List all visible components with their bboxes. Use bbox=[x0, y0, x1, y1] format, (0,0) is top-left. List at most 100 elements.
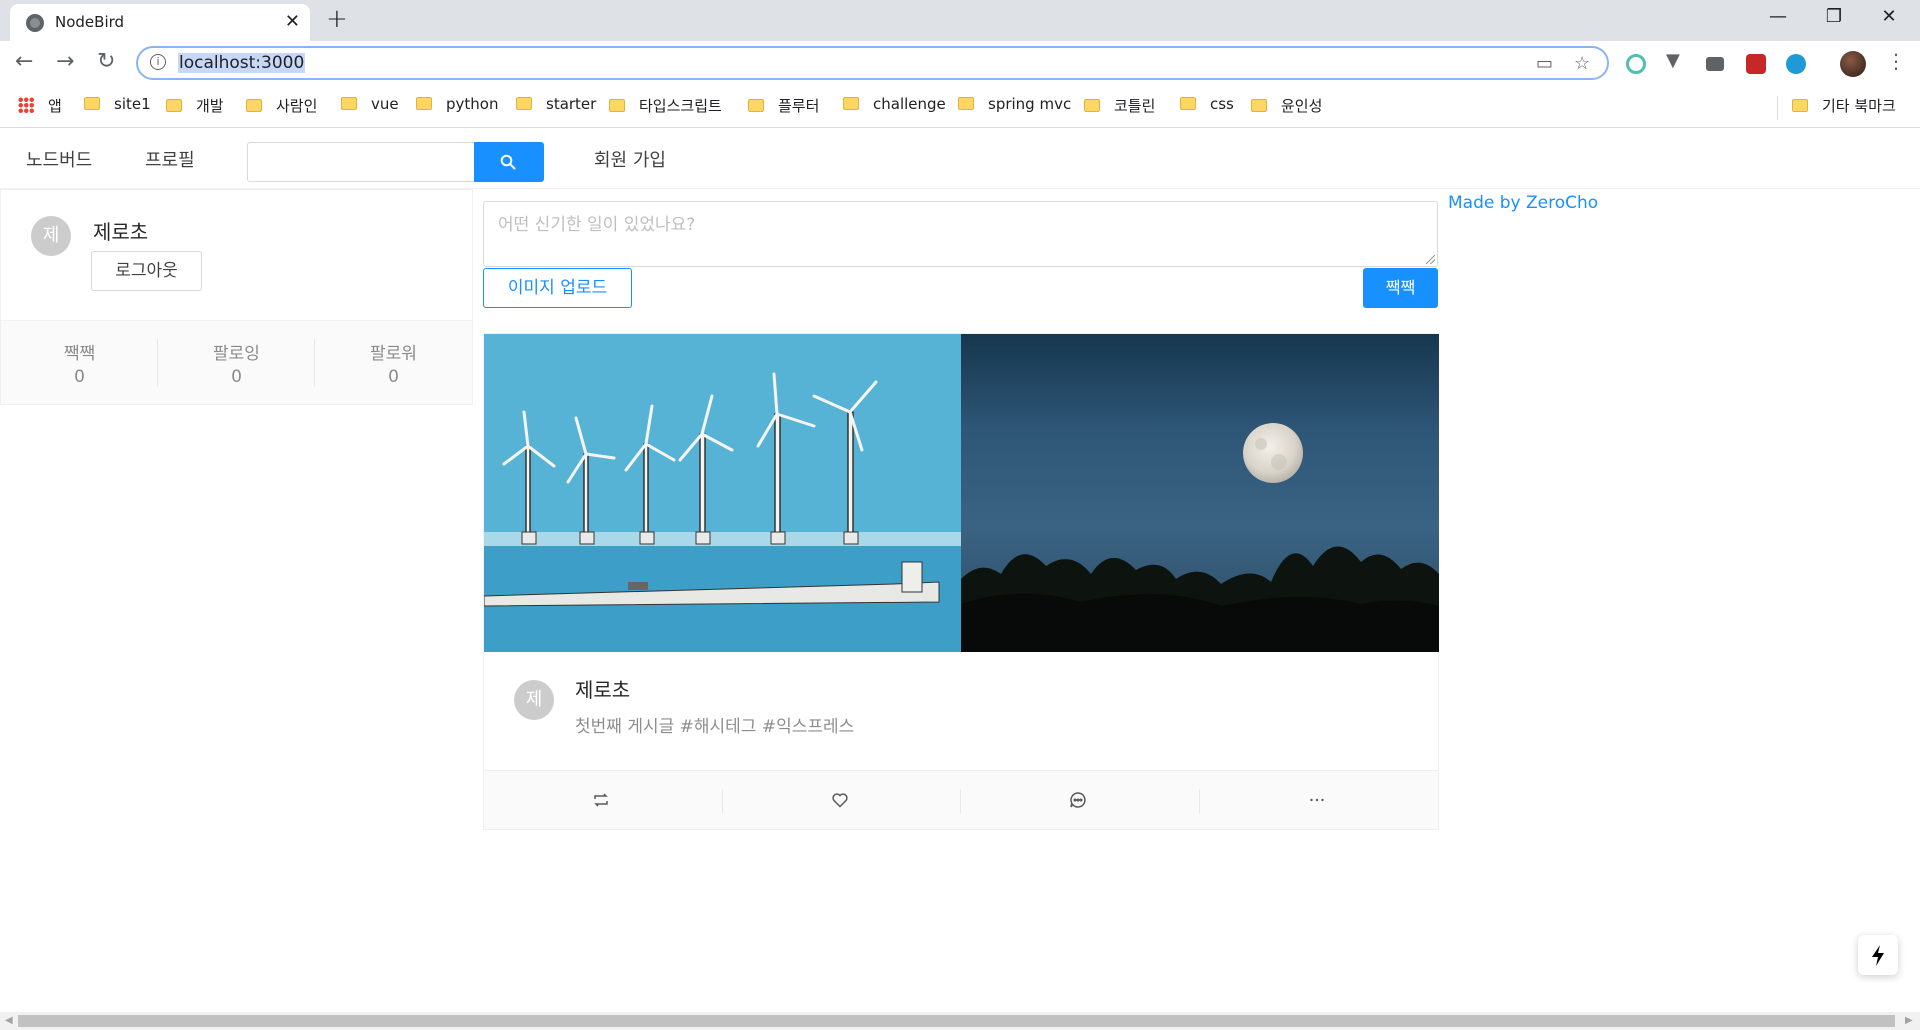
comment-button[interactable] bbox=[961, 771, 1200, 830]
search-icon bbox=[500, 154, 516, 170]
scrollbar-thumb[interactable] bbox=[18, 1015, 1895, 1027]
menu-profile-link[interactable]: 프로필 bbox=[145, 146, 195, 172]
folder-icon bbox=[1180, 97, 1196, 110]
bookmark-item[interactable]: python bbox=[416, 95, 498, 117]
url-text: localhost:3000 bbox=[178, 53, 306, 73]
site-info-icon[interactable]: i bbox=[150, 54, 166, 70]
extension-icon[interactable] bbox=[1626, 54, 1646, 74]
reload-icon[interactable]: ↻ bbox=[97, 49, 115, 74]
like-button[interactable] bbox=[723, 771, 961, 830]
bookmark-item[interactable]: css bbox=[1180, 95, 1234, 117]
folder-icon bbox=[609, 99, 625, 112]
folder-icon bbox=[843, 97, 859, 110]
post-meta: 제 제로초 첫번째 게시글 #해시테그 #익스프레스 bbox=[484, 652, 1438, 770]
menu-signup-link[interactable]: 회원 가입 bbox=[594, 146, 666, 172]
profile-stats: 짹짹 0 팔로잉 0 팔로워 0 bbox=[1, 320, 472, 404]
bookmarks-bar: 앱 site1 개발 사람인 vue python starter 타입스크립트… bbox=[0, 88, 1920, 128]
horizontal-scrollbar[interactable]: ◀ ▶ bbox=[0, 1012, 1920, 1030]
profile-nickname: 제로초 bbox=[93, 220, 149, 244]
post-actions bbox=[484, 770, 1438, 829]
bookmark-item[interactable]: 코틀린 bbox=[1084, 95, 1155, 117]
camera-icon[interactable] bbox=[1706, 57, 1724, 71]
forward-icon[interactable]: → bbox=[56, 49, 74, 74]
bookmark-separator bbox=[1777, 96, 1778, 120]
cast-icon[interactable]: ▭ bbox=[1536, 53, 1553, 74]
menu-home-link[interactable]: 노드버드 bbox=[26, 146, 92, 172]
bookmark-apps[interactable]: 앱 bbox=[18, 95, 62, 117]
folder-icon bbox=[246, 99, 262, 112]
browser-tab[interactable]: NodeBird ✕ bbox=[10, 4, 310, 41]
chrome-profile-avatar[interactable] bbox=[1840, 51, 1866, 77]
message-icon bbox=[1070, 792, 1086, 808]
browser-tabbar: NodeBird ✕ + — ❐ ✕ bbox=[0, 0, 1920, 41]
stat-following[interactable]: 팔로잉 0 bbox=[158, 321, 315, 405]
avatar[interactable]: 제 bbox=[514, 680, 554, 720]
vue-devtools-icon[interactable]: ▼ bbox=[1666, 50, 1686, 71]
search-box bbox=[247, 142, 544, 182]
bookmark-item[interactable]: starter bbox=[516, 95, 596, 117]
folder-icon bbox=[416, 97, 432, 110]
profile-card-header: 제 제로초 로그아웃 bbox=[1, 190, 472, 320]
more-button[interactable] bbox=[1200, 771, 1439, 830]
profile-card: 제 제로초 로그아웃 짹짹 0 팔로잉 0 팔로워 0 bbox=[0, 189, 473, 405]
bookmark-item[interactable]: spring mvc bbox=[958, 95, 1071, 117]
extension-red-icon[interactable] bbox=[1746, 54, 1766, 74]
minimize-icon[interactable]: — bbox=[1755, 6, 1801, 27]
bookmark-item[interactable]: 윤인성 bbox=[1251, 95, 1322, 117]
address-input[interactable]: i localhost:3000 ▭ ☆ bbox=[136, 46, 1609, 80]
stat-value: 0 bbox=[74, 367, 85, 387]
wind-turbines-illustration bbox=[484, 334, 961, 652]
resize-handle[interactable] bbox=[1426, 255, 1435, 264]
post-content: 첫번째 게시글 #해시테그 #익스프레스 bbox=[575, 717, 855, 737]
lightning-icon bbox=[1872, 945, 1884, 966]
bookmark-item[interactable]: challenge bbox=[843, 95, 946, 117]
bookmark-item[interactable]: 사람인 bbox=[246, 95, 317, 117]
stat-value: 0 bbox=[388, 367, 399, 387]
stat-label: 짹짹 bbox=[63, 344, 96, 364]
bookmark-item[interactable]: 개발 bbox=[166, 95, 224, 117]
post-image-moon[interactable] bbox=[961, 334, 1439, 652]
dev-indicator-button[interactable] bbox=[1858, 935, 1898, 975]
window-close-icon[interactable]: ✕ bbox=[1866, 6, 1912, 27]
stat-tweets[interactable]: 짹짹 0 bbox=[1, 321, 158, 405]
tweet-submit-button[interactable]: 짹짹 bbox=[1363, 268, 1438, 308]
retweet-icon bbox=[594, 793, 608, 807]
folder-icon bbox=[1084, 99, 1100, 112]
post-author: 제로초 bbox=[575, 678, 631, 702]
back-icon[interactable]: ← bbox=[15, 49, 33, 74]
bookmark-star-icon[interactable]: ☆ bbox=[1574, 53, 1590, 74]
ellipsis-icon bbox=[1309, 798, 1324, 802]
apps-grid-icon bbox=[18, 97, 34, 113]
folder-icon bbox=[166, 99, 182, 112]
other-bookmarks[interactable]: 기타 북마크 bbox=[1792, 95, 1896, 117]
folder-icon bbox=[84, 97, 100, 110]
made-by-link[interactable]: Made by ZeroCho bbox=[1448, 193, 1598, 213]
moon-photo bbox=[961, 423, 1439, 652]
bookmark-item[interactable]: 타입스크립트 bbox=[609, 95, 722, 117]
extension-code-icon[interactable] bbox=[1786, 54, 1806, 74]
new-tab-button[interactable]: + bbox=[326, 4, 348, 34]
search-input[interactable] bbox=[247, 142, 475, 182]
scroll-left-icon[interactable]: ◀ bbox=[5, 1015, 13, 1026]
tab-title: NodeBird bbox=[55, 13, 125, 31]
bookmark-item[interactable]: vue bbox=[341, 95, 399, 117]
chrome-menu-icon[interactable]: ⋮ bbox=[1886, 49, 1906, 73]
restore-icon[interactable]: ❐ bbox=[1811, 6, 1857, 27]
bookmark-item[interactable]: 플루터 bbox=[748, 95, 819, 117]
folder-icon bbox=[1251, 99, 1267, 112]
bookmark-item[interactable]: site1 bbox=[84, 95, 151, 117]
retweet-button[interactable] bbox=[484, 771, 723, 830]
stat-followers[interactable]: 팔로워 0 bbox=[315, 321, 472, 405]
logout-button[interactable]: 로그아웃 bbox=[91, 251, 202, 291]
search-button[interactable] bbox=[474, 142, 544, 182]
post-textarea-placeholder: 어떤 신기한 일이 있었나요? bbox=[498, 215, 696, 235]
image-upload-button[interactable]: 이미지 업로드 bbox=[483, 268, 632, 308]
post-textarea[interactable]: 어떤 신기한 일이 있었나요? bbox=[483, 201, 1438, 267]
tab-close-icon[interactable]: ✕ bbox=[285, 11, 300, 32]
folder-icon bbox=[341, 97, 357, 110]
post-image-wind-turbines[interactable] bbox=[484, 334, 961, 652]
scroll-right-icon[interactable]: ▶ bbox=[1905, 1015, 1913, 1026]
folder-icon bbox=[1792, 99, 1808, 112]
folder-icon bbox=[516, 97, 532, 110]
heart-icon bbox=[831, 793, 848, 808]
